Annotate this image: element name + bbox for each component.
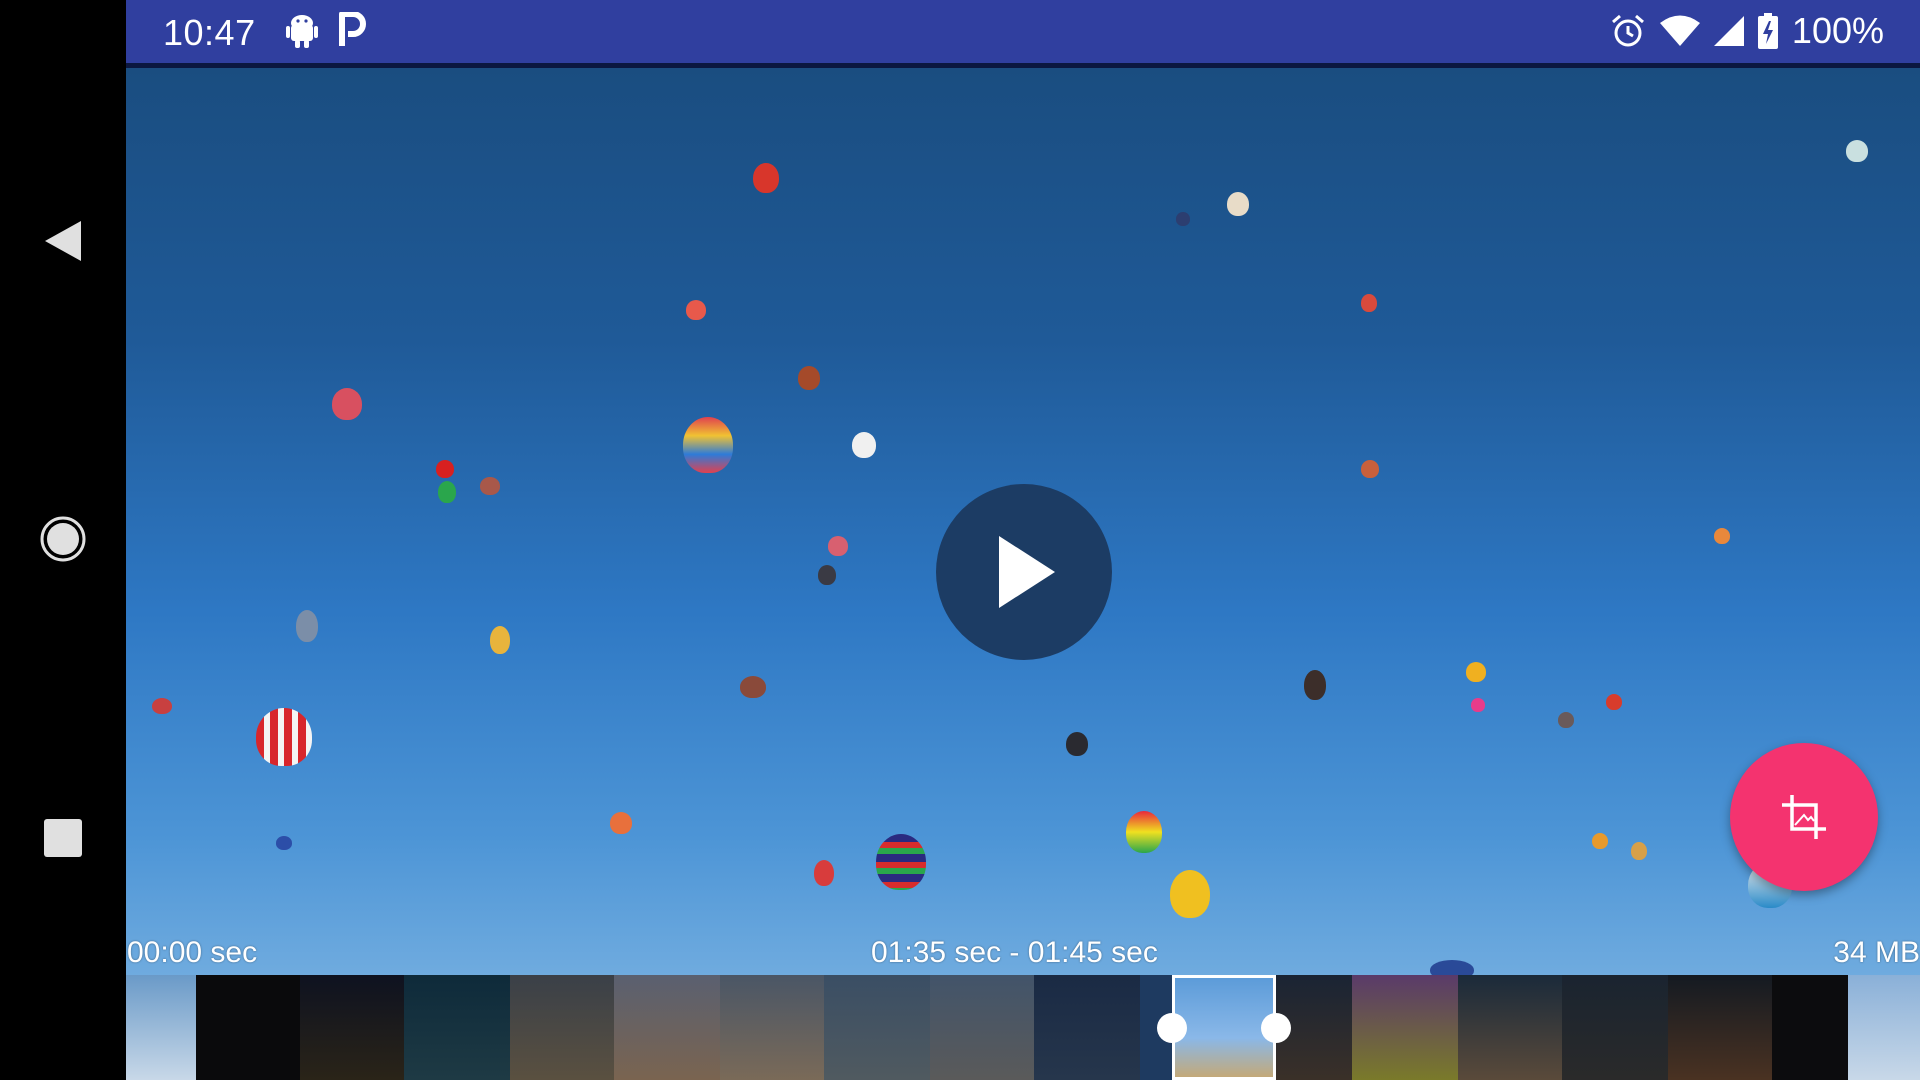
- signal-icon: [1713, 16, 1744, 46]
- recents-icon: [44, 819, 82, 857]
- clock: 10:47: [163, 12, 256, 53]
- balloon-image: [610, 812, 632, 834]
- battery-level: 100%: [1791, 10, 1884, 51]
- balloon-image: [1606, 694, 1622, 710]
- trim-range-label: 01:35 sec - 01:45 sec: [871, 936, 1158, 969]
- balloon-image: [798, 366, 820, 390]
- start-time-label: 00:00 sec: [127, 936, 258, 969]
- timeline-thumbnail: [1848, 975, 1920, 1080]
- balloon-image: [1471, 698, 1485, 712]
- timeline-thumbnail: [930, 975, 1034, 1080]
- balloon-image: [1176, 212, 1190, 226]
- balloon-image: [152, 698, 172, 714]
- home-icon: [40, 516, 86, 562]
- balloon-image: [876, 834, 926, 890]
- back-icon: [45, 221, 81, 261]
- file-size-label: 34 MB: [1833, 936, 1920, 969]
- timeline-thumbnail: [404, 975, 510, 1080]
- balloon-image: [1846, 140, 1868, 162]
- timeline-thumbnail: [300, 975, 404, 1080]
- recents-button[interactable]: [0, 793, 126, 883]
- balloon-image: [256, 708, 312, 766]
- balloon-image: [332, 388, 362, 420]
- back-button[interactable]: [0, 196, 126, 286]
- crop-icon: [1782, 795, 1826, 839]
- timeline-thumbnail: [1458, 975, 1562, 1080]
- timeline-thumbnail: [1772, 975, 1848, 1080]
- timeline-thumbnail: [824, 975, 930, 1080]
- balloon-image: [852, 432, 876, 458]
- balloon-image: [1170, 870, 1210, 918]
- timeline-thumbnail: [1352, 975, 1458, 1080]
- balloon-image: [436, 460, 454, 478]
- trim-end-handle[interactable]: [1261, 1013, 1291, 1043]
- balloon-image: [1558, 712, 1574, 728]
- android-icon: [286, 15, 318, 48]
- balloon-image: [1066, 732, 1088, 756]
- timeline-thumbnail: [614, 975, 720, 1080]
- timeline-thumbnail: [126, 975, 196, 1080]
- navigation-bar: [0, 0, 126, 1080]
- balloon-image: [1430, 960, 1474, 975]
- p-icon: [339, 12, 366, 46]
- balloon-image: [1592, 833, 1608, 849]
- crop-button[interactable]: [1730, 743, 1878, 891]
- balloon-image: [276, 836, 292, 850]
- status-bar: 10:47 100%: [126, 0, 1920, 63]
- video-preview[interactable]: 00:00 sec 01:35 sec - 01:45 sec 34 MB: [126, 68, 1920, 975]
- wifi-icon: [1659, 15, 1700, 46]
- balloon-image: [1361, 294, 1377, 312]
- trim-start-handle[interactable]: [1157, 1013, 1187, 1043]
- balloon-image: [1304, 670, 1326, 700]
- home-button[interactable]: [0, 494, 126, 584]
- timeline-thumbnail: [1562, 975, 1668, 1080]
- play-button[interactable]: [936, 484, 1112, 660]
- balloon-image: [814, 860, 834, 886]
- balloon-image: [818, 565, 836, 585]
- balloon-image: [1361, 460, 1379, 478]
- balloon-image: [686, 300, 706, 320]
- balloon-image: [1126, 811, 1162, 853]
- balloon-image: [1466, 662, 1486, 682]
- battery-icon: [1757, 13, 1778, 49]
- balloon-image: [480, 477, 500, 495]
- timeline-thumbnail: [510, 975, 614, 1080]
- timeline-thumbnail: [1668, 975, 1772, 1080]
- balloon-image: [740, 676, 766, 698]
- balloon-image: [1227, 192, 1249, 216]
- balloon-image: [438, 481, 456, 503]
- timeline-strip[interactable]: [126, 975, 1920, 1080]
- balloon-image: [1631, 842, 1647, 860]
- balloon-image: [1714, 528, 1730, 544]
- balloon-image: [828, 536, 848, 556]
- timeline-thumbnail: [720, 975, 824, 1080]
- balloon-image: [490, 626, 510, 654]
- balloon-image: [683, 417, 733, 473]
- balloon-image: [296, 610, 318, 642]
- timeline-thumbnail: [196, 975, 300, 1080]
- balloon-image: [753, 163, 779, 193]
- alarm-icon: [1611, 14, 1644, 47]
- play-icon: [999, 536, 1055, 608]
- timeline-thumbnail: [1034, 975, 1140, 1080]
